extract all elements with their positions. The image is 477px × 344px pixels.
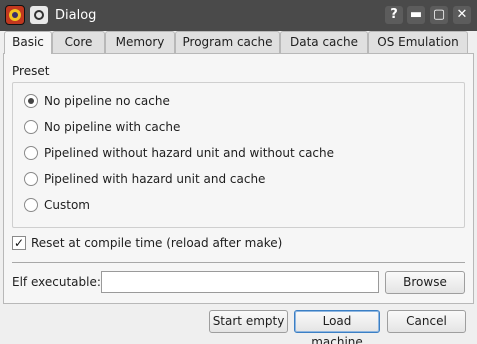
window-title: Dialog [55, 8, 97, 23]
start-empty-button[interactable]: Start empty [209, 310, 288, 333]
radio-button[interactable] [24, 120, 38, 134]
title-bar: Dialog ? ▬ ▢ ✕ [0, 0, 477, 31]
preset-label: Preset [12, 64, 50, 78]
radio-button[interactable] [24, 172, 38, 186]
radio-button[interactable] [24, 198, 38, 212]
tab-os-emulation[interactable]: OS Emulation [368, 31, 468, 53]
radio-label: Pipelined without hazard unit and withou… [44, 146, 335, 160]
cancel-button[interactable]: Cancel [387, 310, 466, 333]
tab-memory[interactable]: Memory [105, 31, 175, 53]
tab-basic[interactable]: Basic [4, 31, 52, 54]
divider [12, 262, 465, 263]
radio-button[interactable] [24, 94, 38, 108]
minimize-button[interactable]: ▬ [407, 6, 425, 24]
window-menu-icon[interactable] [30, 6, 48, 24]
radio-label: No pipeline no cache [44, 94, 170, 108]
app-logo-icon [5, 5, 25, 25]
elf-executable-input[interactable] [101, 271, 379, 293]
radio-label: Pipelined with hazard unit and cache [44, 172, 266, 186]
reset-checkbox-label: Reset at compile time (reload after make… [31, 236, 283, 250]
load-machine-button[interactable]: Load machine [294, 310, 380, 344]
reset-checkbox[interactable]: ✓ [12, 236, 26, 250]
browse-button[interactable]: Browse [385, 271, 465, 294]
radio-label: Custom [44, 198, 90, 212]
tab-core[interactable]: Core [52, 31, 105, 53]
elf-executable-label: Elf executable: [12, 275, 101, 289]
maximize-button[interactable]: ▢ [430, 6, 448, 24]
tab-program-cache[interactable]: Program cache [175, 31, 280, 53]
close-button[interactable]: ✕ [453, 6, 471, 24]
tab-data-cache[interactable]: Data cache [280, 31, 368, 53]
radio-label: No pipeline with cache [44, 120, 181, 134]
help-button[interactable]: ? [385, 6, 403, 24]
radio-button[interactable] [24, 146, 38, 160]
